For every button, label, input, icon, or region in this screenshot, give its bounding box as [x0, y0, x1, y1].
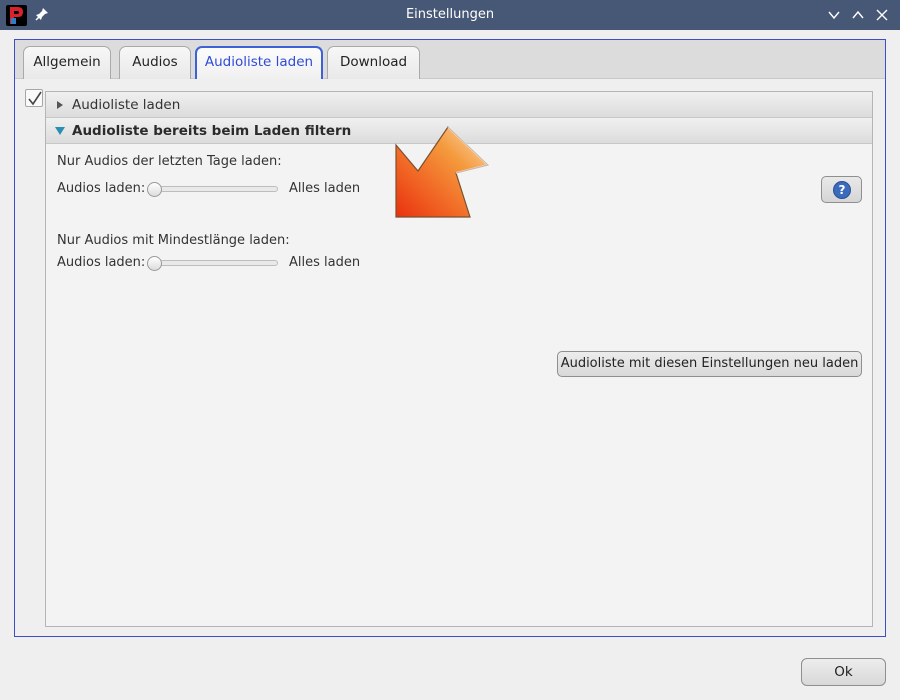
- accordion-title: Audioliste bereits beim Laden filtern: [72, 123, 352, 139]
- days-slider-thumb[interactable]: [147, 182, 162, 197]
- days-slider-track[interactable]: [149, 186, 278, 192]
- accordion-title: Audioliste laden: [72, 97, 181, 113]
- minimize-button[interactable]: [826, 7, 842, 23]
- days-slider-label: Audios laden:: [57, 181, 146, 196]
- pointer-arrow-icon: [395, 126, 491, 218]
- days-filter-heading: Nur Audios der letzten Tage laden:: [57, 154, 282, 169]
- length-slider-track[interactable]: [149, 260, 278, 266]
- length-slider-label: Audios laden:: [57, 255, 146, 270]
- tab-download[interactable]: Download: [327, 46, 420, 79]
- maximize-button[interactable]: [850, 7, 866, 23]
- length-filter-heading: Nur Audios mit Mindestlänge laden:: [57, 233, 290, 248]
- chevron-up-icon: [852, 10, 864, 19]
- days-value-text: Alles laden: [289, 181, 361, 196]
- checkmark-icon: [28, 91, 42, 106]
- close-button[interactable]: [874, 7, 890, 23]
- enable-checkbox[interactable]: [25, 89, 43, 107]
- help-button[interactable]: ?: [821, 176, 862, 203]
- title-bar: Einstellungen: [0, 0, 900, 30]
- chevron-down-icon: [828, 11, 840, 20]
- tab-bar: Allgemein Audios Audioliste laden Downlo…: [15, 40, 885, 79]
- length-slider-thumb[interactable]: [147, 256, 162, 271]
- triangle-right-icon: [57, 101, 63, 109]
- tab-audioliste-laden[interactable]: Audioliste laden: [195, 46, 323, 79]
- close-icon: [876, 9, 888, 21]
- tab-allgemein[interactable]: Allgemein: [23, 46, 111, 79]
- reload-audiolist-button[interactable]: Audioliste mit diesen Einstellungen neu …: [557, 351, 862, 377]
- window-title: Einstellungen: [405, 7, 495, 22]
- help-icon: ?: [833, 181, 851, 199]
- triangle-down-icon: [55, 127, 65, 135]
- ok-button[interactable]: Ok: [801, 658, 886, 686]
- accordion-header-audioliste-laden[interactable]: Audioliste laden: [46, 92, 872, 118]
- length-value-text: Alles laden: [289, 255, 361, 270]
- tab-audios[interactable]: Audios: [119, 46, 191, 79]
